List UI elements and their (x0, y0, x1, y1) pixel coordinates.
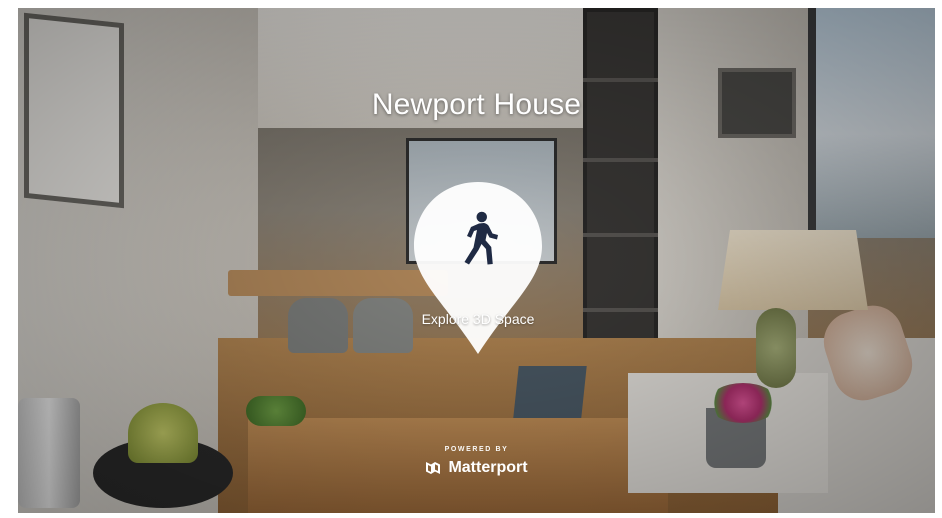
explore-3d-space-button[interactable]: Explore 3D Space (408, 178, 548, 358)
matterport-logo-icon (426, 462, 441, 474)
person-walking-icon (464, 211, 498, 265)
powered-by-label: POWERED BY (444, 446, 509, 453)
explore-3d-space-label: Explore 3D Space (421, 311, 535, 327)
matterport-3d-viewer[interactable]: Newport House Explore 3D Space POWERED B… (18, 8, 935, 513)
showcase-title: Newport House (371, 88, 582, 121)
matterport-brand-name: Matterport (448, 459, 528, 476)
matterport-link[interactable]: Matterport (425, 459, 528, 477)
map-pin-icon (414, 182, 542, 354)
powered-by-matterport: POWERED BY Matterport (18, 446, 935, 481)
